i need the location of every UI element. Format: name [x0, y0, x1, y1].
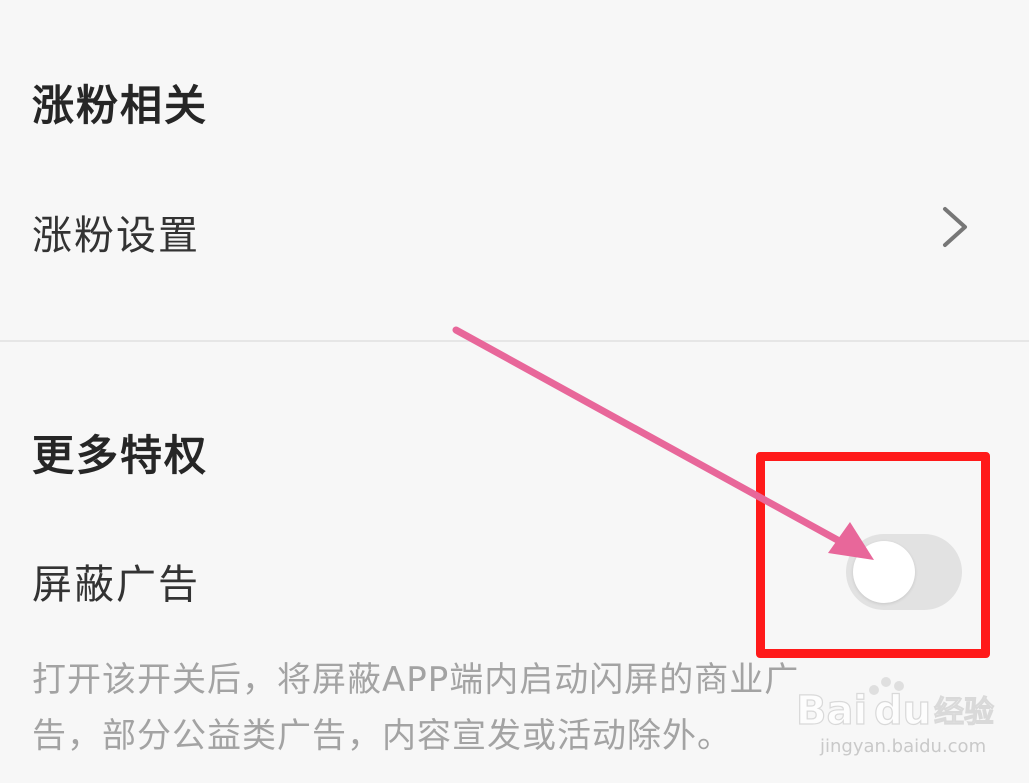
fans-settings-label[interactable]: 涨粉设置	[32, 203, 200, 261]
watermark-url: jingyan.baidu.com	[820, 736, 987, 757]
svg-text:经验: 经验	[934, 695, 994, 730]
annotation-highlight-box	[756, 452, 990, 658]
chevron-right-icon[interactable]	[937, 205, 973, 249]
baidu-watermark-logo: Bai du 经验	[796, 677, 995, 735]
section-title-fans: 涨粉相关	[32, 81, 209, 130]
block-ads-label: 屏蔽广告	[32, 562, 200, 608]
svg-text:Bai: Bai	[796, 688, 867, 734]
section-divider	[0, 340, 1029, 342]
section-title-privileges: 更多特权	[32, 431, 209, 480]
svg-text:du: du	[874, 688, 931, 734]
settings-screen: 涨粉相关 涨粉设置 更多特权 屏蔽广告 打开该开关后，将屏蔽APP端内启动闪屏的…	[0, 0, 1029, 783]
